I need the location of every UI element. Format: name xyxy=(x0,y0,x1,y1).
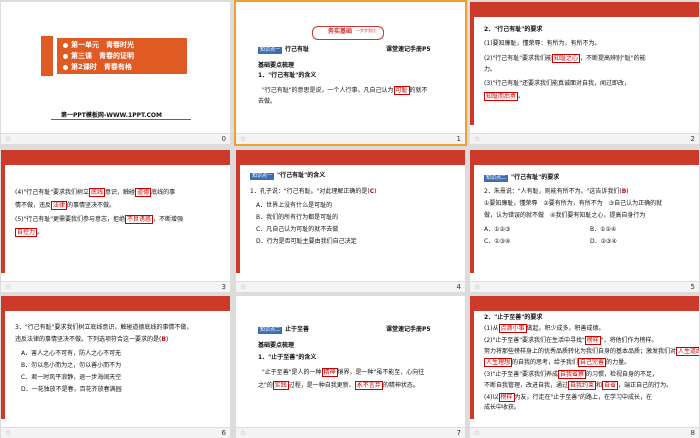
body-line: (3)"行己有耻"还要求我们能真诚面对自我，闻过即改， xyxy=(484,80,631,87)
body-line: (2)"止于至善"要求我们在生活中寻找" 榜样 "，将他们作为榜样。 xyxy=(484,336,658,345)
star-icon[interactable]: ☆ xyxy=(474,135,480,143)
body-line: 人生理想 的自我的思考，给予我们 自己完善 的力量。 xyxy=(484,358,631,367)
side-bar xyxy=(1,307,5,419)
section-badge-sub: 一步步到位 xyxy=(356,28,376,33)
slide-number: 6 xyxy=(221,429,226,437)
body-line: 成长中收获。 xyxy=(484,404,521,411)
header-bar xyxy=(470,2,699,17)
body-line: 做，认为错误的就不做 ④我们要有知耻之心，提高自身行为 xyxy=(484,212,646,219)
slide-thumbnail-1[interactable]: 务实基础 一步步到位 知识点一 行己有耻 课堂速记手册P5 基础要点梳理 1．"行… xyxy=(234,0,467,146)
body-line: ①要知廉耻，懂荣辱 ②要有所为，有所不为 ③自己认为正确的就 xyxy=(484,200,663,207)
session-title: 第2课时 青春有格 xyxy=(63,62,132,72)
ref-note: 课堂速记手册P5 xyxy=(386,326,431,333)
star-icon[interactable]: ☆ xyxy=(474,429,480,437)
body-line: (2)"行己有耻"要求我们能 知耻之心 ，不断提高辨别"耻"的能 xyxy=(484,54,646,63)
option-b: B．①②④ xyxy=(590,226,617,233)
star-icon[interactable]: ☆ xyxy=(5,135,11,143)
star-icon[interactable]: ☆ xyxy=(474,283,480,291)
slide-number: 8 xyxy=(690,429,695,437)
body-line: 情不做，违反 法律 的事情坚决不做。 xyxy=(15,201,116,210)
slide-thumbnail-4[interactable]: 知识点一 "行己有耻"的含义 1．孔子说："行己有耻。"对此理解正确的是(C) A… xyxy=(236,150,465,292)
option-a: A．①②③ xyxy=(484,226,511,233)
question-text: 3．"行己有耻"要求我们树立底线意识，触碰道德底线的事情不做， xyxy=(15,324,193,331)
body-line: (5)"行己有耻"更需要我们参与意志，拒绝 不良诱惑 ，不断增强 xyxy=(15,215,184,224)
body-line: (1)从 点滴小事 做起，积少成多，积善成德。 xyxy=(484,324,605,333)
question-text: 1．孔子说："行己有耻。"对此理解正确的是(C) xyxy=(250,188,377,195)
slide-number: 4 xyxy=(456,283,461,291)
option-d: D．②③④ xyxy=(590,238,617,245)
title-accent-block xyxy=(41,36,53,76)
star-icon[interactable]: ☆ xyxy=(240,135,246,143)
star-icon[interactable]: ☆ xyxy=(5,429,11,437)
header-bar xyxy=(1,150,230,165)
option-d: D．一花独放不是春，百花齐放春满园 xyxy=(21,386,122,393)
option-d: D．行为是否可耻主要由我们自己决定 xyxy=(256,238,357,245)
star-icon[interactable]: ☆ xyxy=(240,429,246,437)
side-bar xyxy=(470,161,474,273)
side-bar xyxy=(470,13,474,125)
question-heading: 1．"行己有耻"的含义 xyxy=(258,72,317,79)
slide-thumbnail-0[interactable]: 第一单元 青春时光 第三课 青春的证明 第2课时 青春有格 第一PPT模板网-W… xyxy=(1,2,230,144)
star-icon[interactable]: ☆ xyxy=(5,283,11,291)
slide-thumbnail-7[interactable]: 知识点二 止于至善 课堂速记手册P5 基础要点梳理 1．"止于至善"的含义 "止于… xyxy=(236,296,465,438)
topic-header: 知识点一 行己有耻 xyxy=(258,46,310,54)
question-text: 2．朱熹说："人有耻，则能有所不为。"这告诉我们(B) xyxy=(484,188,629,195)
body-line: 努力将那些榜样身上的优秀品质转化为我们自身的基本品质；激发我们对人生道路 xyxy=(484,347,699,356)
body-line: 知耻而后勇。 xyxy=(484,92,525,101)
slide-thumbnail-8[interactable]: 2．"止于至善"的要求 (1)从 点滴小事 做起，积少成多，积善成德。 (2)"止于… xyxy=(470,296,699,438)
star-icon[interactable]: ☆ xyxy=(240,283,246,291)
footer-text: 第一PPT模板网-WWW.1PPT.COM xyxy=(61,112,162,119)
body-line: 不断自我管理，改进自我，通过 自我约束和自省 ，端正自己的行为。 xyxy=(484,381,673,390)
slide-thumbnail-3[interactable]: (4)"行己有耻"要求我们树立 底线 意识，触碰 道德 底线的事 情不做，违反 法律 的事情… xyxy=(1,150,230,292)
body-line: "行己有耻"的意思是说，一个人行事，凡自己认为 可耻 的就不 xyxy=(262,86,428,95)
slide-number: 7 xyxy=(456,429,461,437)
option-c: C．君一时风平浪静，退一步海阔天空 xyxy=(21,374,122,381)
subhead: 基础要点梳理 xyxy=(258,62,295,69)
slide-heading: 2．"行己有耻"的要求 xyxy=(484,26,543,33)
option-c: C．①③④ xyxy=(484,238,511,245)
body-line: (4)以 榜样 为友，行走在"止于至善"的路上，在学习中成长，在 xyxy=(484,393,653,402)
section-badge: 务实基础 xyxy=(328,28,353,35)
header-bar xyxy=(1,296,230,311)
question-heading: 1．"止于至善"的含义 xyxy=(258,354,317,361)
header-bar xyxy=(470,150,699,165)
body-line: 自控力。 xyxy=(15,228,44,237)
option-a: A．世界上没有什么是可耻的 xyxy=(256,202,333,209)
topic-header: 知识点二 "行己有耻"的要求 xyxy=(484,174,560,182)
body-line: "止于至善"是人的一种 精神 境界，是一种"虽不能至，心向往 xyxy=(262,368,425,377)
slide-number: 3 xyxy=(221,283,226,291)
footer-divider xyxy=(51,119,191,120)
side-bar xyxy=(470,307,474,419)
slide-number: 1 xyxy=(456,135,461,143)
question-text: 违反法律的事情坚决不做。下列选项符合这一要求的是(B) xyxy=(15,336,169,343)
lesson-title: 第三课 青春的证明 xyxy=(63,51,134,61)
body-line: 去做。 xyxy=(258,98,277,105)
unit-title: 第一单元 青春时光 xyxy=(63,40,134,50)
slide-number: 5 xyxy=(690,283,695,291)
slide-heading: 2．"止于至善"的要求 xyxy=(484,314,543,321)
topic-header: 知识点一 "行己有耻"的含义 xyxy=(250,172,326,180)
body-line: 之"的 实践 过程，是一种自我更新、 永不言弃 的精神状态。 xyxy=(258,381,419,390)
ref-note: 课堂速记手册P5 xyxy=(386,46,431,53)
header-bar xyxy=(470,296,699,311)
slide-number: 0 xyxy=(221,135,226,143)
option-c: C．凡自己认为可耻的就不去做 xyxy=(256,226,339,233)
slide-thumbnail-2[interactable]: 2．"行己有耻"的要求 (1)要知廉耻，懂荣辱：有所为，有所不为。 (2)"行己… xyxy=(470,2,699,144)
body-line: (1)要知廉耻，懂荣辱：有所为，有所不为。 xyxy=(484,40,601,47)
body-line: (3)"止于至善"要求我们养成 自我省察 的习惯，检视自身的不足， xyxy=(484,370,659,379)
header-bar xyxy=(236,150,465,165)
topic-header: 知识点二 止于至善 xyxy=(258,326,310,334)
slide-thumbnail-5[interactable]: 知识点二 "行己有耻"的要求 2．朱熹说："人有耻，则能有所不为。"这告诉我们(B… xyxy=(470,150,699,292)
option-b: B．我们的所有行为都是可耻的 xyxy=(256,214,339,221)
option-b: B．勿以恶小而为之，勿以善小而不为 xyxy=(21,362,122,369)
subhead: 基础要点梳理 xyxy=(258,342,295,349)
slide-thumbnail-6[interactable]: 3．"行己有耻"要求我们树立底线意识，触碰道德底线的事情不做， 违反法律的事情坚… xyxy=(1,296,230,438)
side-bar xyxy=(1,161,5,273)
option-a: A．害人之心不可有，防人之心不可无 xyxy=(21,350,122,357)
body-line: (4)"行己有耻"要求我们树立 底线 意识，触碰 道德 底线的事 xyxy=(15,188,176,197)
side-bar xyxy=(236,161,240,273)
body-line: 力。 xyxy=(484,66,497,73)
slide-number: 2 xyxy=(690,135,695,143)
